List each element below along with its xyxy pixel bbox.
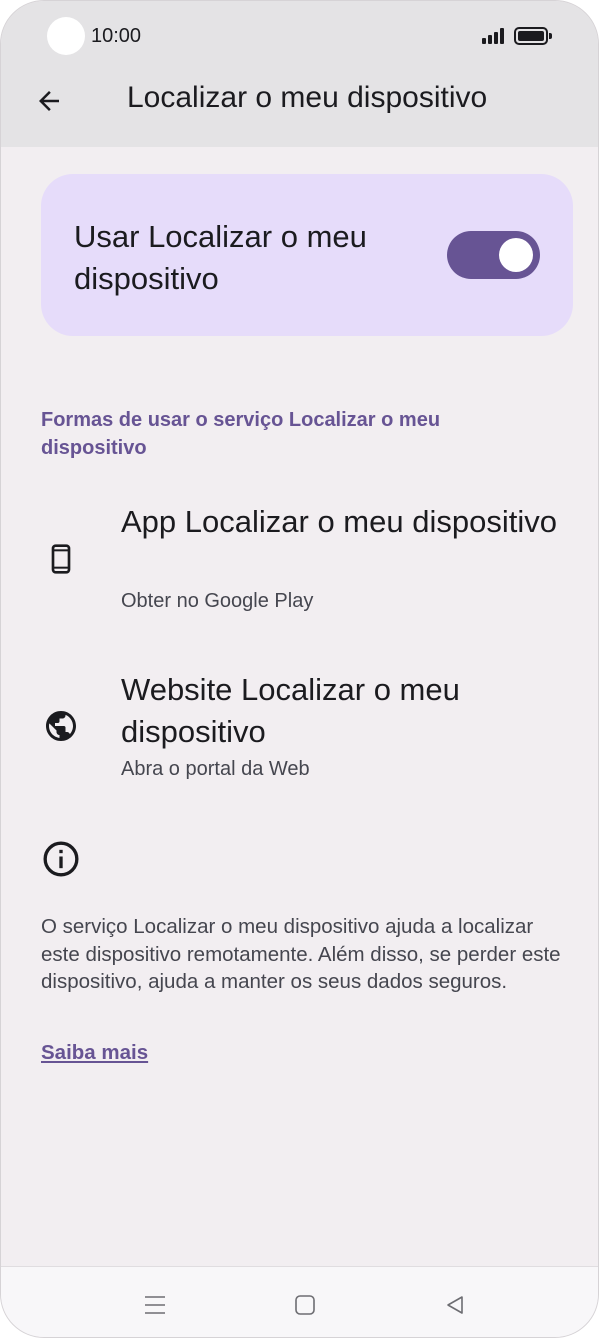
navigation-bar <box>1 1266 598 1337</box>
menu-icon <box>145 1296 165 1314</box>
arrow-back-icon <box>39 91 59 111</box>
find-my-device-switch[interactable] <box>447 231 540 279</box>
app-header: 10:00 Localizar o meu dispositivo <box>1 1 598 147</box>
home-icon <box>295 1295 315 1315</box>
list-item-app[interactable]: App Localizar o meu dispositivo Obter no… <box>1 501 598 621</box>
list-item-website[interactable]: Website Localizar o meu dispositivo Abra… <box>1 669 598 789</box>
section-header: Formas de usar o serviço Localizar o meu… <box>41 409 441 459</box>
camera-cutout <box>47 17 85 55</box>
back-triangle-icon <box>447 1296 463 1314</box>
use-find-my-device-toggle-card[interactable]: Usar Localizar o meu dispositivo <box>41 174 573 336</box>
back-button[interactable] <box>27 79 71 123</box>
switch-thumb <box>499 238 533 272</box>
home-button[interactable] <box>289 1289 321 1321</box>
info-description: O serviço Localizar o meu dispositivo aj… <box>41 915 561 993</box>
phone-screen: 10:00 Localizar o meu dispositivo Usar L… <box>0 0 599 1338</box>
item-title: Website Localizar o meu dispositivo <box>121 672 460 749</box>
page-title: Localizar o meu dispositivo <box>127 81 488 114</box>
toggle-label: Usar Localizar o meu dispositivo <box>74 219 367 296</box>
recent-apps-button[interactable] <box>139 1289 171 1321</box>
status-time: 10:00 <box>91 25 142 47</box>
item-title: App Localizar o meu dispositivo <box>121 504 557 539</box>
info-icon <box>43 841 79 877</box>
signal-icon <box>482 28 508 44</box>
item-subtitle: Obter no Google Play <box>121 590 314 612</box>
item-subtitle: Abra o portal da Web <box>121 758 310 780</box>
smartphone-icon <box>41 539 81 579</box>
nav-back-button[interactable] <box>439 1289 471 1321</box>
globe-icon <box>41 706 81 746</box>
learn-more-link[interactable]: Saiba mais <box>41 1041 148 1065</box>
battery-icon <box>514 27 552 45</box>
